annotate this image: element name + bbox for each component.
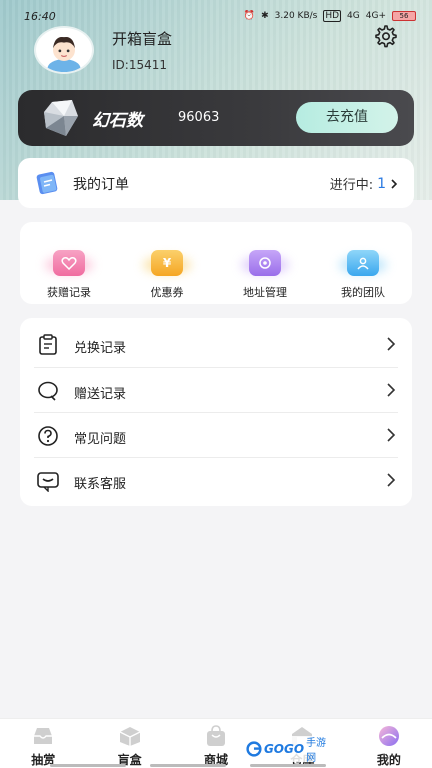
menu-item-label: 赠送记录: [74, 387, 127, 402]
box-icon: [119, 727, 140, 746]
quick-action-gift-records[interactable]: 获赠记录: [20, 222, 118, 304]
home-indicator: [250, 764, 326, 767]
watermark-brand: GOGO: [263, 742, 305, 756]
avatar[interactable]: [34, 26, 94, 74]
quick-action-label: 地址管理: [243, 286, 287, 299]
alarm-icon: ⏰: [243, 11, 256, 21]
hd-icon: HD: [323, 10, 342, 22]
orders-status: 进行中: 1: [330, 174, 398, 193]
quick-actions-card: 获赠记录 ¥ 优惠券 地址管理 我的团队: [20, 222, 412, 304]
chevron-right-icon: [387, 337, 396, 351]
team-icon: [347, 250, 379, 276]
quick-action-label: 我的团队: [341, 286, 385, 299]
gem-count: 96063: [178, 110, 220, 125]
chevron-right-icon: [387, 428, 396, 442]
location-icon: [249, 250, 281, 276]
menu-item-label: 常见问题: [74, 432, 127, 447]
menu-item-label: 兑换记录: [74, 341, 127, 356]
gift-heart-icon: [53, 250, 85, 276]
status-icons: ⏰ ✱ 3.20 KB/s HD 4G 4G+ 56: [244, 10, 416, 22]
signal-4g: 4G: [347, 11, 360, 21]
clipboard-icon: [39, 334, 57, 355]
chevron-right-icon: [391, 178, 398, 189]
home-indicator: [50, 764, 126, 767]
diamond-icon: [44, 100, 78, 136]
profile-id: ID:15411: [112, 58, 167, 72]
my-orders-row[interactable]: 我的订单 进行中: 1: [18, 158, 414, 208]
chevron-right-icon: [387, 383, 396, 397]
menu-item-contact-support[interactable]: 联系客服: [20, 458, 412, 503]
quick-action-label: 优惠券: [150, 286, 184, 299]
menu-item-label: 联系客服: [74, 477, 127, 492]
orders-label: 我的订单: [73, 177, 129, 193]
chat-bubble-icon: [38, 381, 58, 401]
home-indicator: [150, 764, 226, 767]
avatar-boy-icon: [36, 28, 92, 72]
status-bar: 16:40 ⏰ ✱ 3.20 KB/s HD 4G 4G+ 56: [24, 6, 416, 26]
signal-4g-plus: 4G+: [365, 11, 386, 21]
bottom-tab-bar: 抽赏 盲盒 商城 仓库: [0, 718, 432, 768]
tab-mine[interactable]: 我的: [346, 719, 432, 768]
orders-status-count: 1: [377, 175, 386, 192]
quick-action-address[interactable]: 地址管理: [216, 222, 314, 304]
menu-item-exchange-records[interactable]: 兑换记录: [20, 322, 412, 367]
profile-icon: [378, 726, 399, 746]
bluetooth-icon: ✱: [261, 11, 269, 21]
orders-icon: [36, 171, 58, 195]
status-time: 16:40: [24, 9, 56, 23]
menu-item-faq[interactable]: 常见问题: [20, 413, 412, 458]
network-speed: 3.20 KB/s: [274, 11, 318, 21]
menu-list-card: 兑换记录 赠送记录 常见问题 联系客服: [20, 318, 412, 506]
message-icon: [37, 472, 59, 492]
watermark-suffix: 手游网: [306, 738, 327, 764]
settings-button[interactable]: [372, 23, 398, 49]
gem-label: 幻石数: [92, 111, 143, 131]
tab-draw[interactable]: 抽赏: [0, 719, 86, 768]
profile-name: 开箱盲盒: [112, 30, 173, 48]
battery-icon: 56: [392, 11, 416, 21]
orders-status-label: 进行中:: [329, 178, 374, 193]
coupon-icon: ¥: [151, 250, 183, 276]
quick-action-coupons[interactable]: ¥ 优惠券: [118, 222, 216, 304]
chevron-right-icon: [387, 473, 396, 487]
watermark-g-icon: [246, 741, 262, 757]
watermark-logo: GOGO 手游网: [246, 736, 330, 764]
quick-action-label: 获赠记录: [47, 286, 91, 299]
inbox-icon: [34, 728, 53, 744]
tab-blind-box[interactable]: 盲盒: [86, 719, 172, 768]
menu-item-gift-sent-records[interactable]: 赠送记录: [20, 368, 412, 413]
quick-action-team[interactable]: 我的团队: [314, 222, 412, 304]
question-icon: [38, 426, 58, 446]
tab-label: 我的: [376, 753, 401, 767]
gem-balance-card: 幻石数 96063 去充值: [18, 90, 414, 146]
gear-icon: [375, 25, 397, 48]
bag-icon: [207, 725, 226, 746]
recharge-button[interactable]: 去充值: [296, 102, 398, 133]
